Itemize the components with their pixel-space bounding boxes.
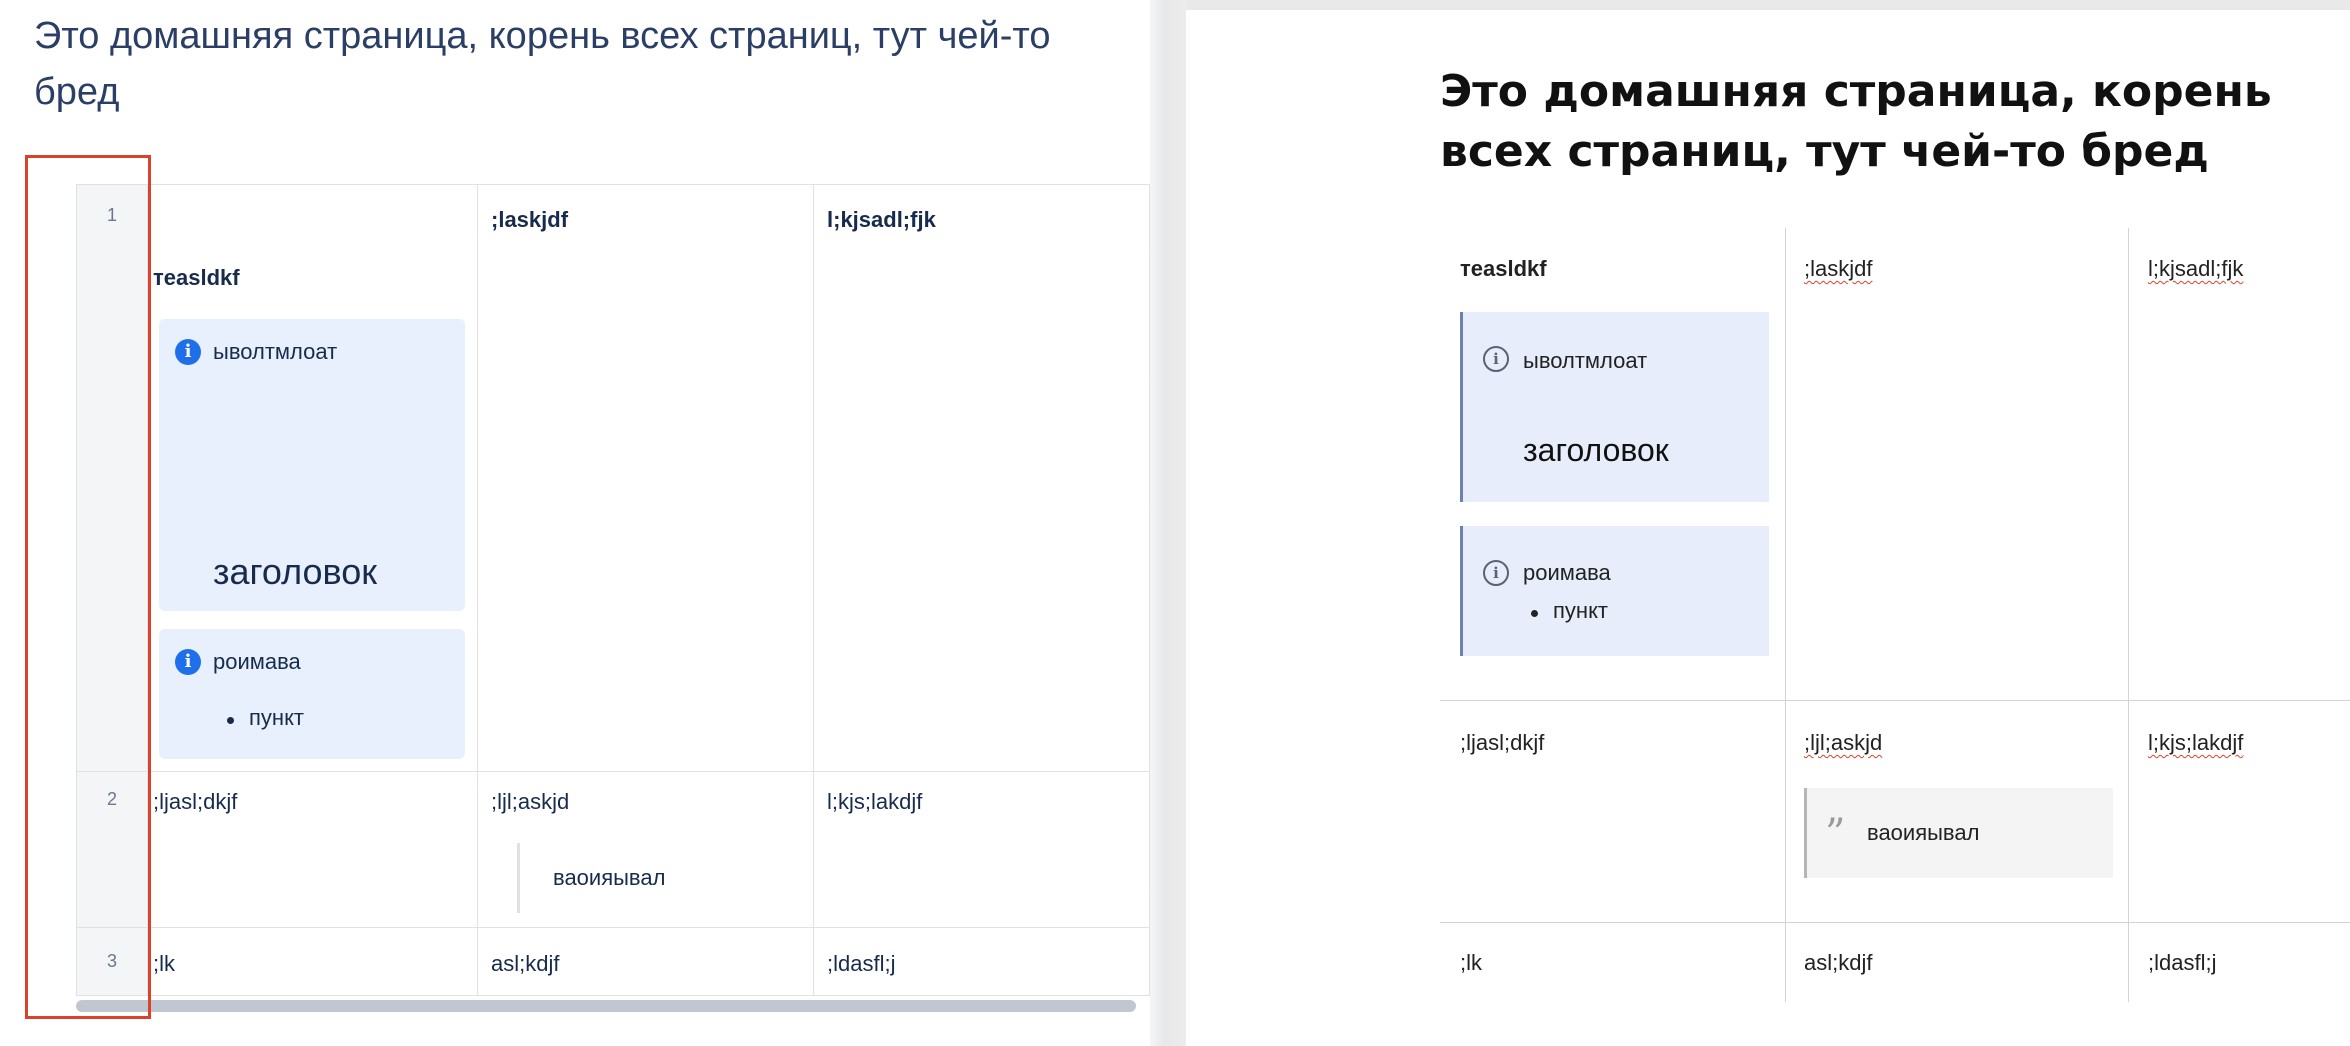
preview-cell: asl;kdjf [1804,950,1873,975]
table-cell[interactable]: ;ldasfl;j [827,951,895,977]
row-divider [77,927,1149,928]
info-icon: i [1483,346,1509,372]
info-icon: i [175,339,201,365]
bullet-icon [1531,610,1538,617]
page-title[interactable]: Это домашняя страница, корень всех стран… [34,8,1134,120]
horizontal-scrollbar[interactable] [76,1000,1136,1012]
info-panel[interactable]: i ыволтмлоат заголовок [159,319,465,611]
column-divider [1785,228,1786,1002]
table-cell[interactable]: ;ljasl;dkjf [153,789,237,815]
preview-top-bar [1186,0,2350,10]
bullet-icon [227,717,234,724]
preview-quote: ” ваоияывал [1804,788,2113,878]
left-editor-pane: Это домашняя страница, корень всех стран… [0,0,1150,1046]
list-item[interactable]: пункт [249,705,304,731]
panel-text: роимава [1523,560,1611,585]
preview-info-panel: i роимава пункт [1460,526,1769,656]
preview-header-cell: ;laskjdf [1804,256,1873,281]
panel-heading[interactable]: заголовок [213,551,377,593]
quote-bar [517,843,520,913]
info-panel[interactable]: i роимава пункт [159,629,465,759]
table-cell[interactable]: ;lk [153,951,175,977]
table-header-cell[interactable]: ;laskjdf [491,207,568,233]
row-divider [1440,922,2350,923]
info-icon: i [1483,560,1509,586]
preview-cell: ;lk [1460,950,1482,975]
preview-cell: ;ljl;askjd [1804,730,1883,755]
pane-divider [1150,0,1186,1046]
panel-text[interactable]: роимава [213,649,301,675]
column-divider [813,185,814,995]
preview-cell: ;ldasfl;j [2148,950,2217,975]
table-header-cell[interactable]: l;kjsadl;fjk [827,207,936,233]
panel-heading: заголовок [1523,432,1669,468]
table-cell[interactable]: asl;kdjf [491,951,559,977]
preview-cell: l;kjs;lakdjf [2148,730,2244,755]
preview-header-cell: l;kjsadl;fjk [2148,256,2244,281]
quote-icon: ” [1825,811,1846,857]
selection-highlight [25,155,151,1019]
column-divider [477,185,478,995]
preview-title: Это домашняя страница, корень всех стран… [1440,66,2272,177]
preview-info-panel: i ыволтмлоат заголовок [1460,312,1769,502]
panel-text: ыволтмлоат [1523,348,1648,373]
quote-text: ваоияывал [1867,820,1980,845]
table-cell[interactable]: ;ljl;askjd [491,789,569,815]
preview-header-cell: теasldkf [1460,256,1547,281]
row-divider [77,771,1149,772]
editor-table[interactable]: 1 2 3 теasldkf ;laskjdf l;kjsadl;fjk i ы… [76,184,1150,996]
table-header-cell[interactable]: теasldkf [153,265,240,291]
quote-text[interactable]: ваоияывал [553,865,665,891]
preview-cell: ;ljasl;dkjf [1460,730,1545,755]
info-icon: i [175,649,201,675]
column-divider [2128,228,2129,1002]
table-cell[interactable]: l;kjs;lakdjf [827,789,922,815]
row-divider [1440,700,2350,701]
list-item: пункт [1553,598,1609,623]
panel-text[interactable]: ыволтмлоат [213,339,337,365]
